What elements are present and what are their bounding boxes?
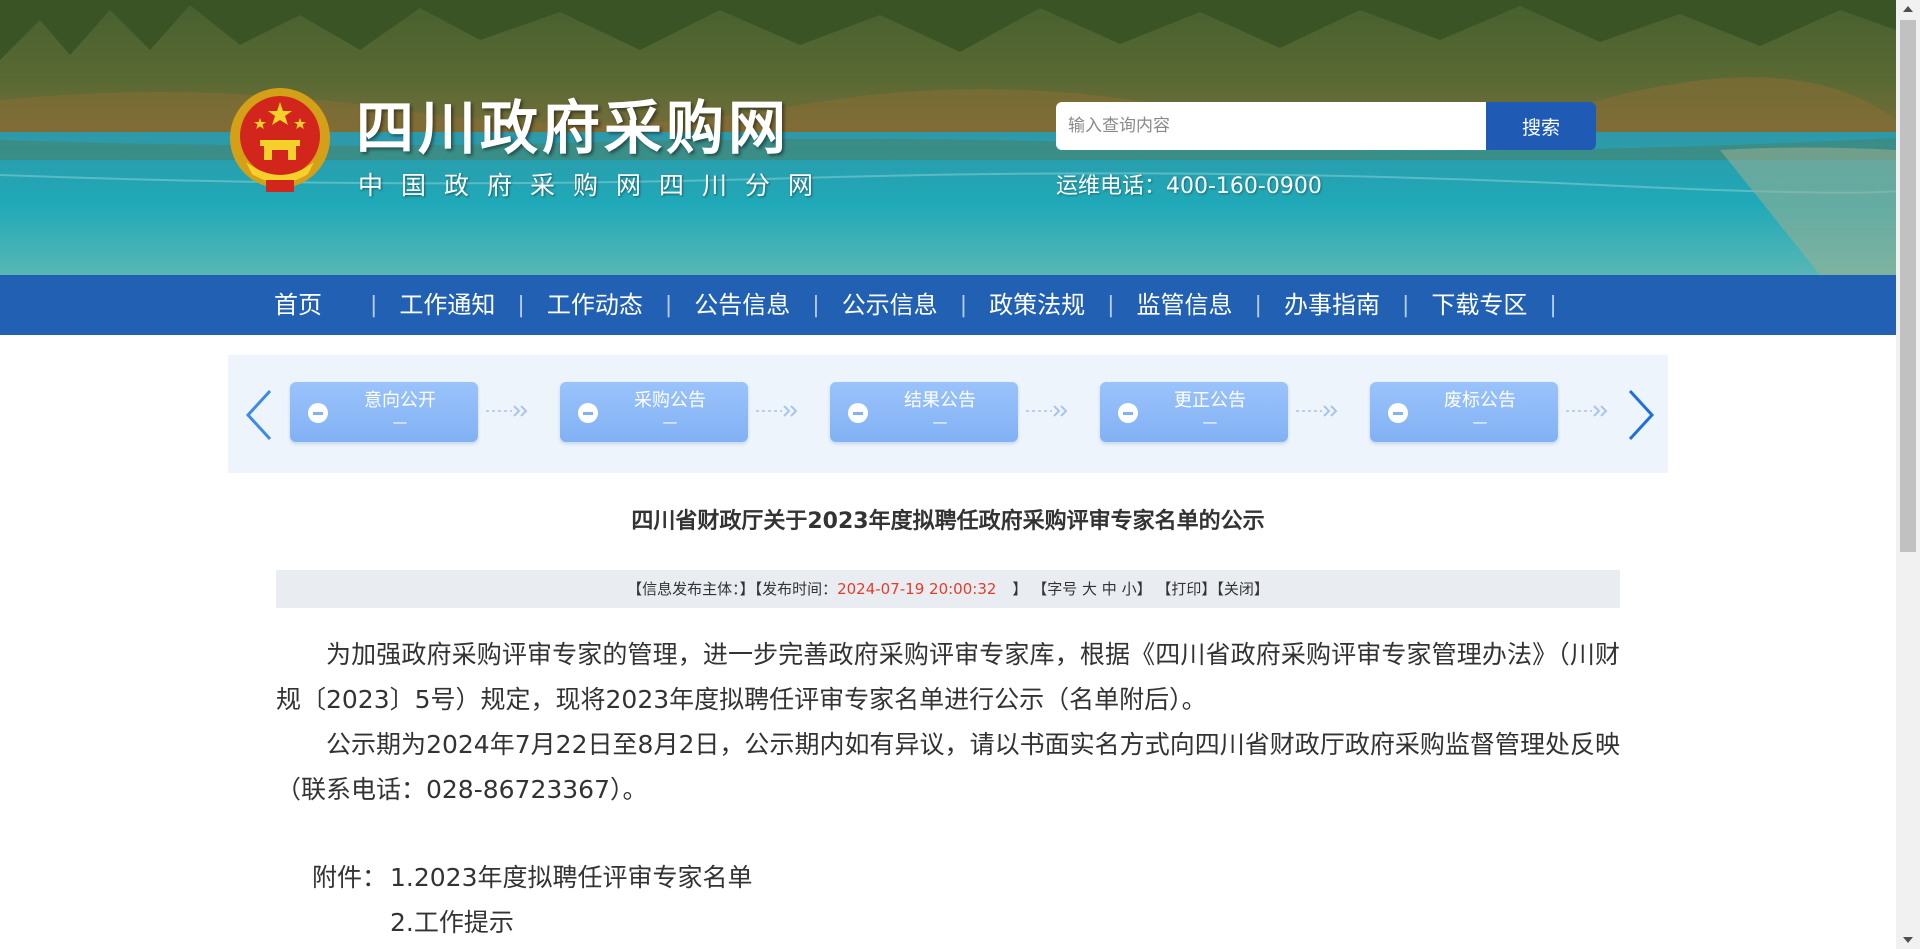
article-paragraph: 为加强政府采购评审专家的管理，进一步完善政府采购评审专家库，根据《四川省政府采购… [276,640,1620,714]
main-nav: 首页 | 工作通知 | 工作动态 | 公告信息 | 公示信息 | 政策法规 | … [0,275,1896,335]
step-label: 采购公告 [634,390,706,411]
article-meta-bar: 【信息发布主体：】【发布时间：2024-07-19 20:00:32】 【字号 … [276,570,1620,608]
step-procurement-notice[interactable]: 采购公告 — [560,382,748,442]
scroll-down-arrow-icon[interactable] [1896,931,1920,949]
print-link[interactable]: 【打印】 [1156,580,1216,598]
page: 四川政府采购网 中国政府采购网四川分网 搜索 运维电话：400-160-0900… [0,0,1896,949]
site-title: 四川政府采购网 [356,94,791,162]
nav-separator: | [1254,292,1262,318]
minus-circle-icon [578,403,598,423]
attachment-row: 2.工作提示 [312,900,752,945]
step-label: 更正公告 [1174,390,1246,411]
maintenance-hotline: 运维电话：400-160-0900 [1056,174,1322,199]
font-size-large-link[interactable]: 大 [1082,580,1097,598]
step-bid-cancel-notice[interactable]: 废标公告 — [1370,382,1558,442]
close-link[interactable]: 【关闭】 [1216,580,1269,598]
step-count: — [932,413,948,431]
scroll-up-arrow-icon[interactable] [1896,0,1920,18]
double-arrow-icon [486,405,528,417]
nav-item-guide[interactable]: 办事指南 [1262,275,1402,335]
minus-circle-icon [1388,403,1408,423]
header-banner: 四川政府采购网 中国政府采购网四川分网 搜索 运维电话：400-160-0900 [0,0,1896,275]
nav-separator: | [517,292,525,318]
nav-separator: | [1107,292,1115,318]
chevron-right-icon[interactable] [1620,387,1660,443]
minus-circle-icon [308,403,328,423]
step-correction-notice[interactable]: 更正公告 — [1100,382,1288,442]
nav-item-home[interactable]: 首页 [252,275,370,335]
meta-time-label: 【发布时间： [754,580,838,598]
step-count: — [1472,413,1488,431]
attachments: 附件： 1.2023年度拟聘任评审专家名单 2.工作提示 [312,855,752,945]
nav-item-work-news[interactable]: 工作动态 [525,275,665,335]
search-button[interactable]: 搜索 [1486,102,1596,150]
nav-list: 首页 | 工作通知 | 工作动态 | 公告信息 | 公示信息 | 政策法规 | … [252,275,1557,335]
step-count: — [392,413,408,431]
nav-separator: | [812,292,820,318]
nav-item-policies[interactable]: 政策法规 [967,275,1107,335]
article-paragraph: 公示期为2024年7月22日至8月2日，公示期内如有异议，请以书面实名方式向四川… [276,730,1620,804]
meta-publish-date: 2024-07-19 20:00:32 [837,580,997,598]
search-input[interactable] [1056,102,1486,150]
meta-publisher: 【信息发布主体：】 [627,580,755,598]
attachment-link-expert-list[interactable]: 1.2023年度拟聘任评审专家名单 [390,863,752,892]
nav-item-supervision[interactable]: 监管信息 [1115,275,1255,335]
nav-item-downloads[interactable]: 下载专区 [1409,275,1549,335]
attachment-label: 附件： [312,863,388,892]
step-count: — [662,413,678,431]
nav-separator: | [1549,292,1557,318]
step-label: 废标公告 [1444,390,1516,411]
double-arrow-icon [756,405,798,417]
step-intention-disclosure[interactable]: 意向公开 — [290,382,478,442]
minus-circle-icon [848,403,868,423]
step-result-notice[interactable]: 结果公告 — [830,382,1018,442]
step-label: 结果公告 [904,390,976,411]
site-subtitle: 中国政府采购网四川分网 [358,171,832,200]
nav-item-work-notice[interactable]: 工作通知 [377,275,517,335]
double-arrow-icon [1566,405,1608,417]
meta-font-close: 】 [1136,580,1152,598]
double-arrow-icon [1296,405,1338,417]
meta-font-label: 【字号 [1032,580,1078,598]
nav-item-announcements[interactable]: 公告信息 [672,275,812,335]
article-title: 四川省财政厅关于2023年度拟聘任政府采购评审专家名单的公示 [631,509,1265,534]
step-count: — [1202,413,1218,431]
chevron-left-icon[interactable] [240,387,280,443]
nav-separator: | [959,292,968,318]
double-arrow-icon [1026,405,1068,417]
step-label: 意向公开 [364,390,436,411]
meta-time-close: 】 [1012,580,1028,598]
attachment-row: 附件： 1.2023年度拟聘任评审专家名单 [312,855,752,900]
article-body: 为加强政府采购评审专家的管理，进一步完善政府采购评审专家库，根据《四川省政府采购… [276,632,1620,812]
nav-separator: | [1401,292,1410,318]
font-size-small-link[interactable]: 小 [1122,580,1137,598]
attachment-link-work-tips[interactable]: 2.工作提示 [390,908,514,937]
procurement-process-bar: 意向公开 — 采购公告 — 结果公告 — 更正公告 — 废标公告 — [228,355,1668,473]
nav-separator: | [664,292,673,318]
vertical-scrollbar[interactable] [1896,0,1920,949]
nav-item-publicity[interactable]: 公示信息 [820,275,960,335]
font-size-medium-link[interactable]: 中 [1102,580,1117,598]
national-emblem-icon [230,88,330,192]
minus-circle-icon [1118,403,1138,423]
nav-separator: | [370,292,378,318]
scrollbar-thumb[interactable] [1900,20,1916,552]
